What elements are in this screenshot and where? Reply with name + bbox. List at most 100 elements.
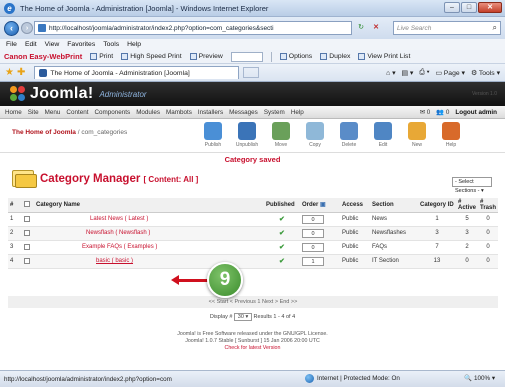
access-link[interactable]: Public [339, 254, 370, 269]
pagination[interactable]: << Start < Previous 1 Next > End >> [8, 296, 498, 308]
stop-icon[interactable]: ✕ [370, 22, 382, 34]
page-menu-label: Page [443, 69, 460, 77]
jmenu-menu[interactable]: Menu [45, 109, 61, 116]
messages-count[interactable]: ✉ 0 [420, 109, 431, 116]
menu-file[interactable]: File [6, 41, 17, 48]
section-link[interactable]: IT Section [369, 254, 418, 269]
help-button[interactable]: Help [436, 122, 466, 148]
view-print-list-button[interactable]: View Print List [358, 53, 410, 60]
order-input[interactable]: 1 [301, 256, 324, 266]
high-speed-print-button[interactable]: High Speed Print [121, 53, 182, 60]
jmenu-installers[interactable]: Installers [198, 109, 223, 116]
jmenu-system[interactable]: System [264, 109, 285, 116]
delete-button[interactable]: Delete [334, 122, 364, 148]
search-icon[interactable]: ⌕ [493, 23, 497, 33]
order-input[interactable]: 0 [301, 242, 324, 252]
order-input[interactable]: 0 [301, 214, 324, 224]
published-check-icon[interactable]: ✔ [279, 244, 285, 251]
new-tab-button[interactable] [243, 67, 260, 78]
maximize-button[interactable]: □ [461, 2, 477, 13]
section-link[interactable]: FAQs [369, 240, 418, 255]
col-category-id: Category ID [417, 198, 456, 213]
window-title: The Home of Joomla - Administration [Joo… [20, 3, 269, 13]
access-link[interactable]: Public [339, 240, 370, 255]
favorites-star-icon[interactable]: ★ [5, 67, 14, 78]
save-order-icon[interactable]: ▣ [320, 202, 326, 208]
page-title-text: Category Manager [40, 173, 141, 185]
page-menu[interactable]: ▭ Page ▾ [435, 69, 465, 77]
zoom-level[interactable]: 🔍 100% ▾ [464, 374, 495, 382]
section-filter-select[interactable]: - Select Sections - ▾ [452, 177, 492, 194]
search-input[interactable]: Live Search ⌕ [393, 21, 501, 35]
jmenu-site[interactable]: Site [28, 109, 39, 116]
published-check-icon[interactable]: ✔ [279, 258, 285, 265]
jmenu-components[interactable]: Components [94, 109, 130, 116]
back-button[interactable]: ‹ [4, 20, 19, 36]
col-name[interactable]: Category Name [34, 198, 264, 213]
select-all-checkbox[interactable] [24, 201, 30, 208]
minimize-button[interactable]: – [444, 2, 460, 13]
status-url: http://localhost/joomla/administrator/in… [4, 375, 172, 383]
display-count-value: 30 [237, 314, 244, 320]
forward-button[interactable]: › [21, 22, 33, 34]
jmenu-help[interactable]: Help [291, 109, 304, 116]
display-count-select[interactable]: 30 ▾ [234, 313, 253, 321]
jmenu-mambots[interactable]: Mambots [166, 109, 192, 116]
category-link[interactable]: Latest News ( Latest ) [90, 216, 148, 222]
menu-help[interactable]: Help [127, 41, 141, 48]
published-check-icon[interactable]: ✔ [279, 216, 285, 223]
category-link[interactable]: basic ( basic ) [96, 258, 133, 264]
feeds-icon[interactable]: ▤ ▾ [402, 69, 414, 77]
address-bar[interactable]: http://localhost/joomla/administrator/in… [34, 21, 352, 35]
jmenu-content[interactable]: Content [66, 109, 88, 116]
home-icon[interactable]: ⌂ ▾ [386, 69, 395, 77]
move-button[interactable]: Move [266, 122, 296, 148]
users-count[interactable]: 👥 0 [436, 108, 449, 116]
publish-icon [204, 122, 222, 140]
refresh-icon[interactable]: ↻ [355, 22, 367, 34]
logout-link[interactable]: Logout admin [455, 109, 497, 116]
jmenu-messages[interactable]: Messages [229, 109, 258, 116]
section-link[interactable]: Newsflashes [369, 226, 418, 241]
new-button[interactable]: New [402, 122, 432, 148]
row-checkbox[interactable] [24, 229, 30, 236]
published-check-icon[interactable]: ✔ [279, 230, 285, 237]
print-button[interactable]: Print [90, 53, 113, 60]
access-link[interactable]: Public [339, 226, 370, 241]
copy-button[interactable]: Copy [300, 122, 330, 148]
unpublish-button[interactable]: Unpublish [232, 122, 262, 148]
menu-edit[interactable]: Edit [25, 41, 37, 48]
category-link[interactable]: Example FAQs ( Examples ) [82, 244, 157, 250]
jmenu-home[interactable]: Home [5, 109, 22, 116]
add-favorite-icon[interactable]: ✚ [17, 67, 25, 78]
print-field[interactable] [230, 51, 263, 62]
edit-button[interactable]: Edit [368, 122, 398, 148]
menu-view[interactable]: View [45, 41, 60, 48]
print-icon[interactable]: ⎙ ▾ [419, 69, 429, 77]
category-id: 1 [417, 212, 456, 227]
access-link[interactable]: Public [339, 212, 370, 227]
order-input[interactable]: 0 [301, 228, 324, 238]
menu-favorites[interactable]: Favorites [67, 41, 95, 48]
row-name-cell: Newsflash ( Newsflash ) [34, 226, 264, 241]
col-check [22, 198, 34, 213]
row-checkbox[interactable] [24, 243, 30, 250]
row-checkbox[interactable] [24, 215, 30, 222]
duplex-button[interactable]: Duplex [320, 53, 350, 60]
easy-webprint-brand[interactable]: Canon Easy-WebPrint [4, 52, 82, 61]
category-link[interactable]: Newsflash ( Newsflash ) [86, 230, 150, 236]
col-active: # Active [455, 198, 478, 213]
active-count: 5 [455, 212, 478, 227]
row-checkbox[interactable] [24, 257, 30, 264]
tools-menu[interactable]: ⚙ Tools ▾ [471, 69, 500, 77]
close-button[interactable]: ✕ [478, 2, 502, 13]
options-button[interactable]: Options [279, 53, 312, 60]
security-zone[interactable]: Internet | Protected Mode: On [305, 374, 400, 383]
check-version-link[interactable]: Check for latest Version [0, 345, 505, 352]
menu-tools[interactable]: Tools [103, 41, 119, 48]
browser-tab[interactable]: The Home of Joomla - Administration [Joo… [34, 66, 240, 79]
section-link[interactable]: News [369, 212, 418, 227]
preview-button[interactable]: Preview [189, 53, 223, 60]
jmenu-modules[interactable]: Modules [136, 109, 160, 116]
publish-button[interactable]: Publish [198, 122, 228, 148]
